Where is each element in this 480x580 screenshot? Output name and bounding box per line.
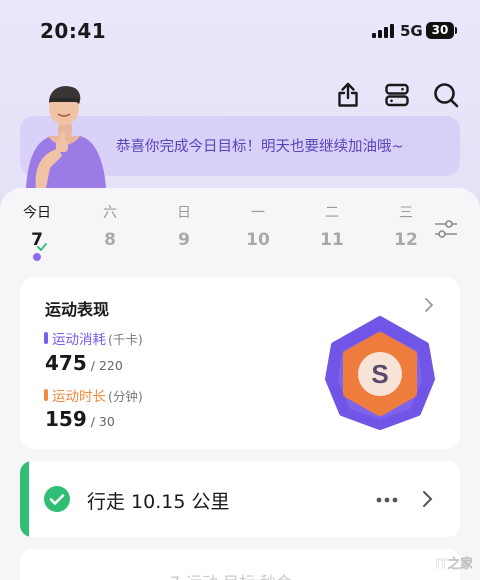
completed-check-icon — [37, 243, 47, 251]
walk-goal-card[interactable]: 行走 10.15 公里 — [20, 461, 460, 537]
next-card[interactable]: 7-运动 目标 秒会 — [20, 549, 460, 580]
duration-value: 159/ 30 — [45, 407, 115, 431]
more-icon[interactable] — [376, 497, 398, 503]
day-label: 今日 — [23, 205, 51, 221]
duration-unit: (分钟) — [108, 388, 143, 404]
day-label: 日 — [177, 205, 191, 221]
status-time: 20:41 — [40, 19, 107, 43]
search-icon[interactable] — [431, 80, 461, 110]
badge-letter: S — [371, 359, 388, 389]
duration-label: 运动时长 (分钟) — [44, 385, 143, 405]
duration-label-text: 运动时长 — [52, 389, 106, 405]
duration-goal: / 30 — [90, 414, 115, 429]
day-number: 9 — [178, 230, 190, 250]
day-label: 六 — [103, 205, 117, 221]
calories-label-text: 运动消耗 — [52, 332, 106, 348]
duration-current: 159 — [45, 407, 87, 431]
walk-label: 行走 10.15 公里 — [87, 491, 230, 513]
chevron-right-icon[interactable] — [422, 297, 436, 313]
day-number: 8 — [104, 230, 116, 250]
signal-icon — [372, 24, 394, 38]
achievement-badge[interactable]: S — [322, 315, 438, 431]
day-number: 12 — [394, 230, 418, 250]
day-11[interactable]: 二 11 — [314, 202, 350, 250]
calories-color-bar — [44, 332, 48, 344]
next-card-text: 7-运动 目标 秒会 — [170, 569, 292, 580]
share-icon[interactable] — [333, 80, 363, 110]
day-8[interactable]: 六 8 — [92, 202, 128, 250]
performance-title: 运动表现 — [45, 300, 110, 319]
walk-accent-bar — [20, 461, 29, 537]
performance-card[interactable]: 运动表现 运动消耗 (千卡) 475/ 220 运动时长 (分钟) 159/ 3… — [20, 277, 460, 449]
day-9[interactable]: 日 9 — [166, 202, 202, 250]
calories-value: 475/ 220 — [45, 351, 123, 375]
day-10[interactable]: 一 10 — [240, 202, 276, 250]
calories-label: 运动消耗 (千卡) — [44, 328, 143, 348]
duration-color-bar — [44, 389, 48, 401]
network-type: 5G — [400, 22, 423, 40]
watermark-logo: IT之家 — [436, 556, 472, 571]
chevron-right-icon[interactable] — [420, 490, 434, 508]
selected-day-dot — [33, 253, 41, 261]
toggle-icon[interactable] — [382, 80, 412, 110]
status-bar: 20:41 5G 30 — [0, 0, 480, 60]
battery-icon: 30 — [426, 22, 457, 39]
day-label: 二 — [325, 205, 339, 221]
svg-text:IT之家: IT之家 — [436, 556, 472, 571]
check-circle-icon — [44, 486, 70, 512]
day-number: 11 — [320, 230, 344, 250]
calories-current: 475 — [45, 351, 87, 375]
day-label: 一 — [251, 205, 265, 221]
avatar — [26, 86, 106, 188]
calories-unit: (千卡) — [108, 331, 143, 347]
day-number: 10 — [246, 230, 270, 250]
calories-goal: / 220 — [90, 358, 123, 373]
day-12[interactable]: 三 12 — [388, 202, 424, 250]
banner-message: 恭喜你完成今日目标！明天也要继续加油哦~ — [116, 139, 404, 155]
day-label: 三 — [399, 205, 413, 221]
filter-icon[interactable] — [433, 216, 459, 242]
